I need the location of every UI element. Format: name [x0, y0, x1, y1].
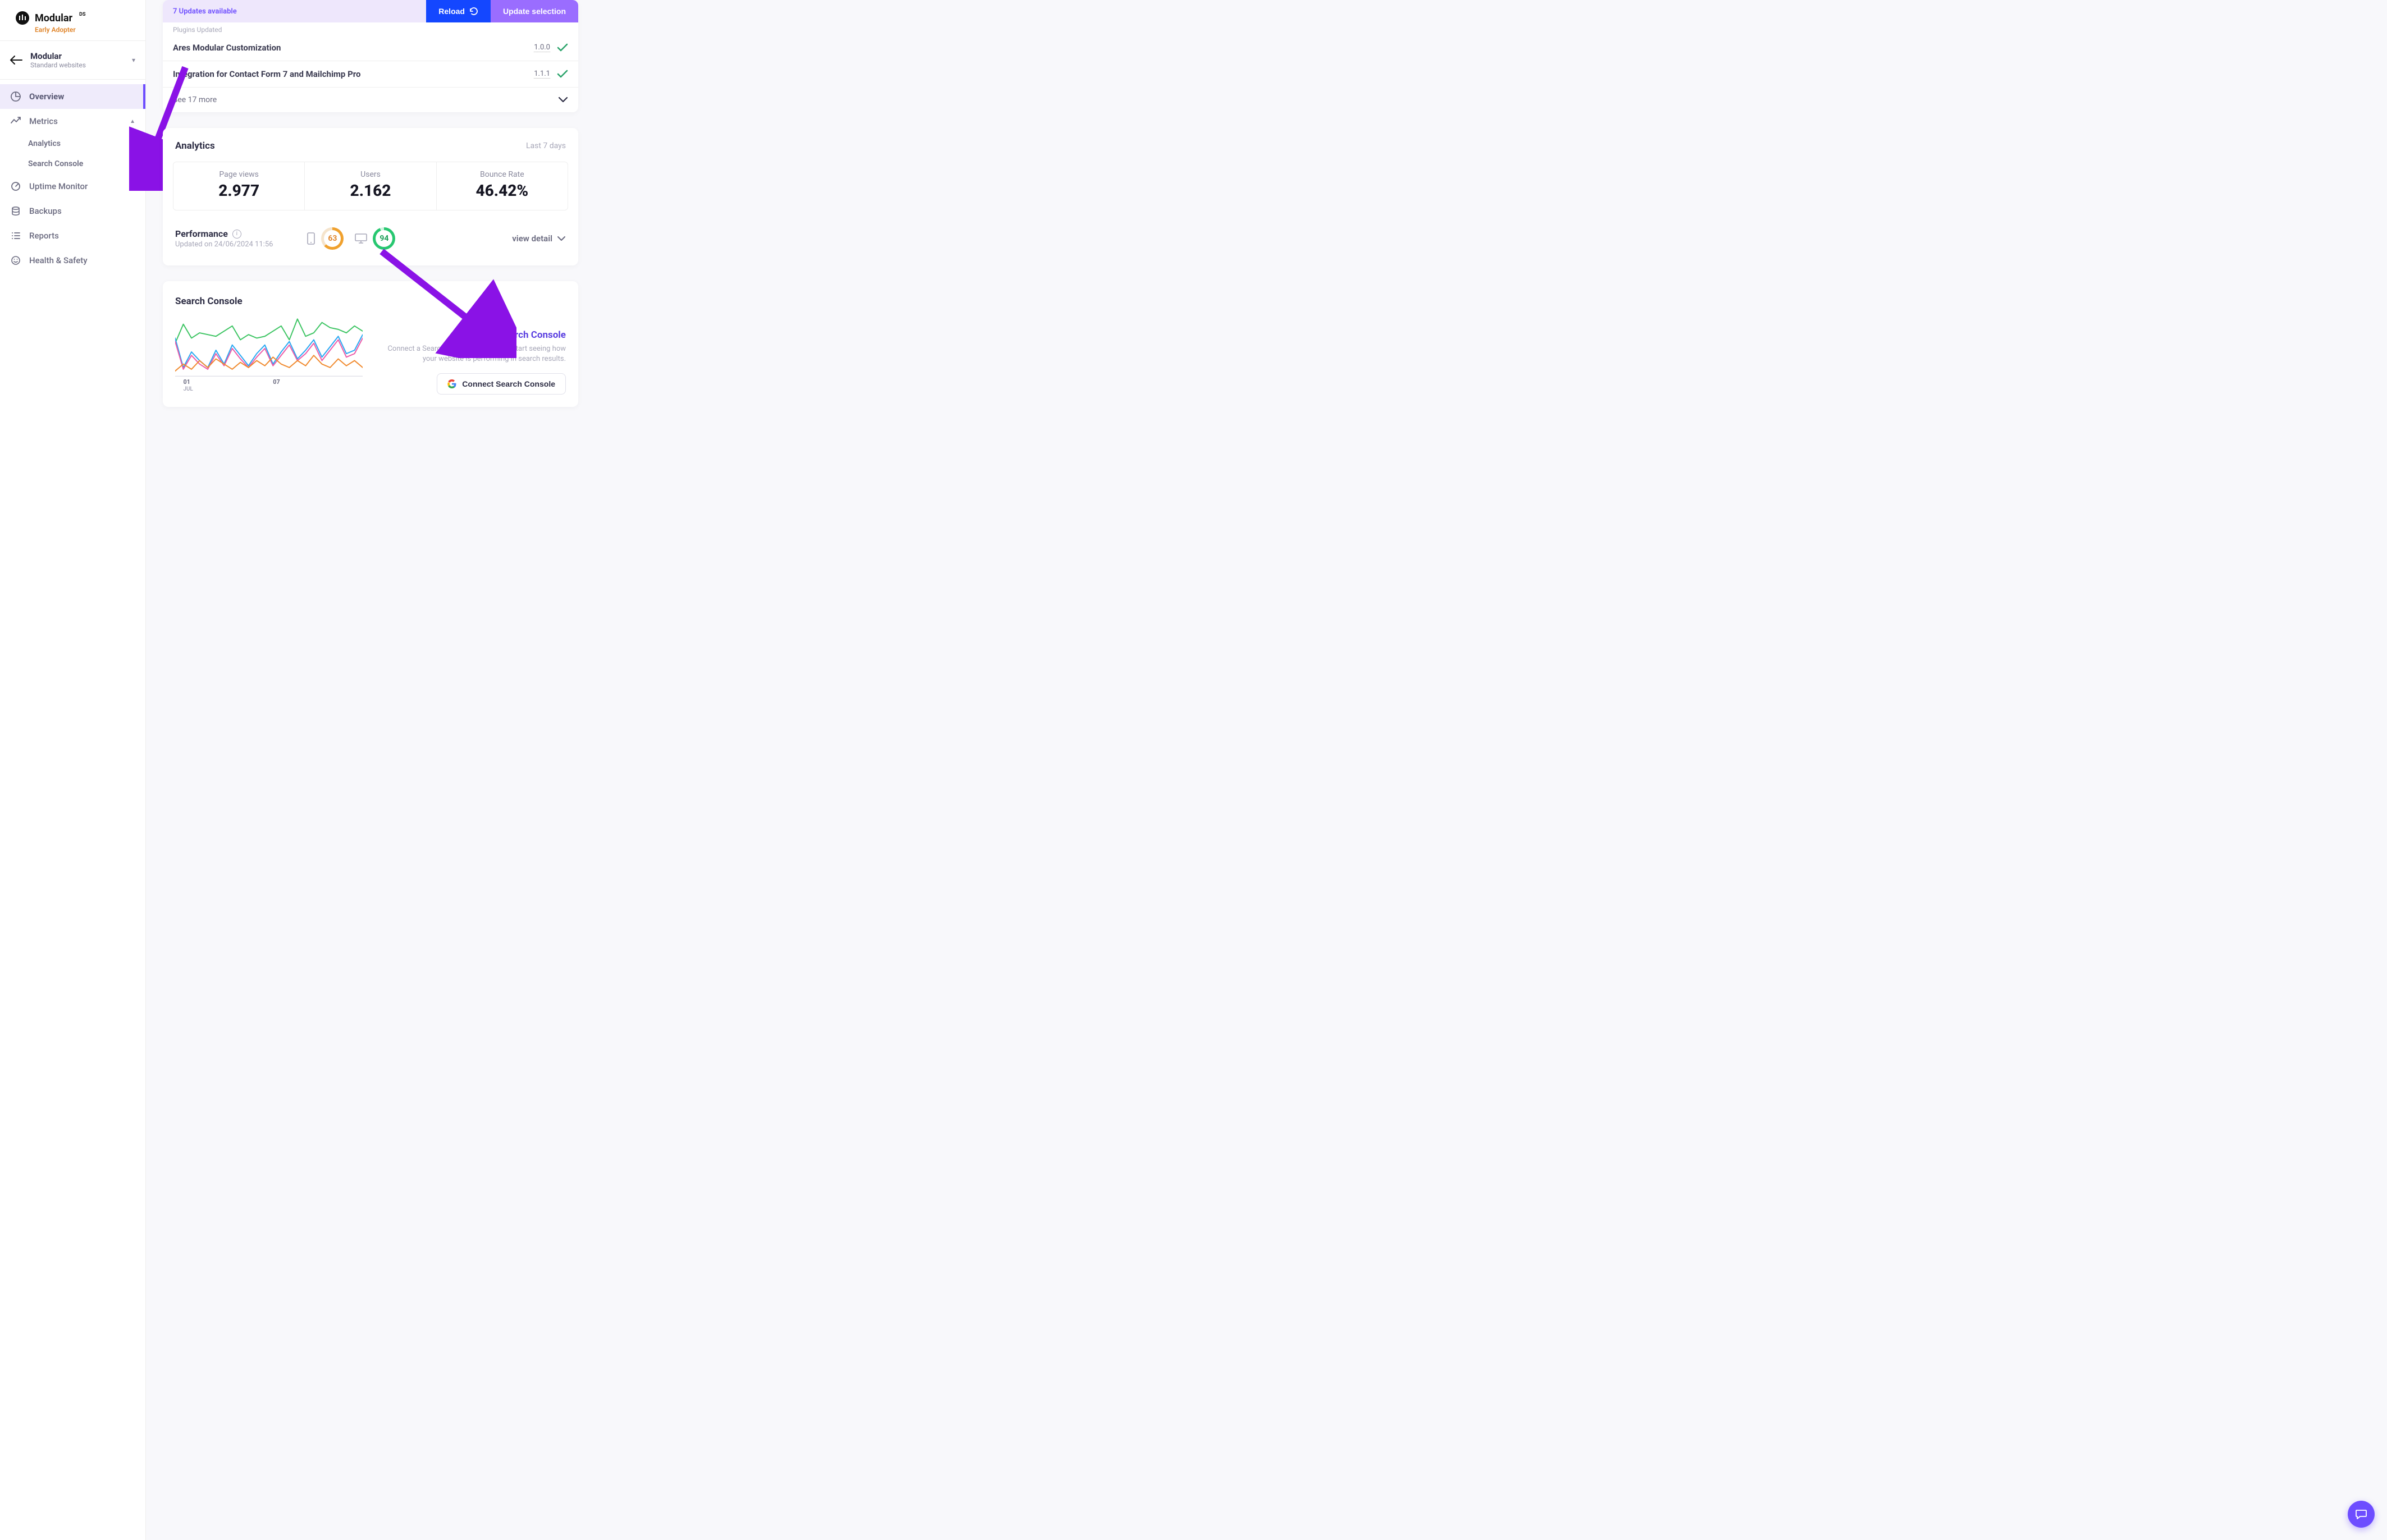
sidebar-item-uptime[interactable]: Uptime Monitor [0, 174, 145, 199]
see-more-row[interactable]: See 17 more [163, 88, 578, 112]
reload-button[interactable]: Reload [426, 0, 491, 22]
plugin-row[interactable]: Integration for Contact Form 7 and Mailc… [163, 61, 578, 88]
view-detail-link[interactable]: view detail [512, 233, 566, 244]
stat-value: 46.42% [437, 181, 568, 200]
plugin-version: 1.0.0 [534, 43, 550, 52]
reload-icon [469, 7, 478, 16]
updates-card: 7 Updates available Reload Update select… [163, 0, 578, 112]
stat-label: Bounce Rate [437, 170, 568, 179]
sidebar-item-label: Overview [29, 91, 64, 102]
performance-title: Performance [175, 228, 228, 239]
score-desktop: 94 [355, 227, 395, 250]
sidebar-item-label: Health & Safety [29, 255, 88, 265]
sidebar-item-overview[interactable]: Overview [0, 84, 145, 109]
search-console-title: Search Console [175, 296, 363, 307]
search-console-heading: Search Console [499, 329, 566, 341]
sidebar: Modular DS Early Adopter Modular Standar… [0, 0, 146, 1540]
score-value: 63 [328, 234, 337, 243]
stat-value: 2.977 [173, 181, 304, 200]
logo-text: Modular [35, 12, 72, 24]
analytics-title: Analytics [175, 140, 215, 152]
view-detail-label: view detail [512, 233, 552, 244]
stat-pageviews: Page views 2.977 [173, 162, 305, 210]
sidebar-item-analytics[interactable]: Analytics [0, 134, 145, 154]
stat-grid: Page views 2.977 Users 2.162 Bounce Rate… [173, 162, 568, 210]
score-mobile: 63 [307, 227, 344, 250]
score-ring-mobile: 63 [321, 227, 344, 250]
google-icon [447, 379, 456, 388]
stat-label: Page views [173, 170, 304, 179]
stat-value: 2.162 [305, 181, 436, 200]
svg-text:07: 07 [273, 378, 280, 386]
score-value: 94 [379, 234, 388, 243]
search-console-mini-chart: 01JUL 07 [175, 315, 363, 393]
chevron-down-icon: ▾ [132, 56, 135, 64]
gauge-icon [10, 181, 21, 192]
connect-label: Connect Search Console [462, 379, 555, 388]
svg-text:01: 01 [184, 378, 190, 386]
caret-up-icon: ▲ [130, 118, 135, 125]
svg-text:JUL: JUL [184, 386, 194, 392]
database-icon [10, 205, 21, 217]
updates-count: 7 Updates available [163, 7, 426, 16]
sidebar-item-label: Reports [29, 231, 59, 241]
updates-bar: 7 Updates available Reload Update select… [163, 0, 578, 22]
logo-area: Modular DS Early Adopter [0, 0, 145, 41]
early-adopter-tag: Early Adopter [35, 26, 134, 34]
analytics-card: Analytics Last 7 days Page views 2.977 U… [163, 128, 578, 265]
reload-label: Reload [438, 7, 465, 16]
sidebar-item-label: Uptime Monitor [29, 181, 88, 191]
plugins-updated-label: Plugins Updated [163, 22, 578, 35]
sidebar-item-metrics[interactable]: Metrics ▲ [0, 109, 145, 134]
see-more-label: See 17 more [173, 95, 217, 104]
update-selection-button[interactable]: Update selection [491, 0, 578, 22]
sidebar-item-label: Metrics [29, 116, 58, 126]
connect-search-console-button[interactable]: Connect Search Console [437, 373, 566, 395]
logo-mark-icon [16, 11, 29, 25]
plugin-version: 1.1.1 [534, 70, 550, 79]
stat-label: Users [305, 170, 436, 179]
sidebar-item-label: Backups [29, 206, 62, 216]
sidebar-item-label: Analytics [28, 139, 61, 148]
sidebar-item-health[interactable]: Health & Safety [0, 248, 145, 273]
pie-icon [10, 91, 21, 102]
smiley-icon [10, 255, 21, 266]
stat-users: Users 2.162 [305, 162, 436, 210]
team-name: Modular [30, 51, 124, 61]
team-sub: Standard websites [30, 61, 124, 69]
stat-bounce: Bounce Rate 46.42% [437, 162, 568, 210]
chevron-down-icon [557, 236, 566, 241]
plugin-row[interactable]: Ares Modular Customization 1.0.0 [163, 35, 578, 61]
back-arrow-icon[interactable] [10, 56, 22, 65]
sidebar-item-backups[interactable]: Backups [0, 199, 145, 223]
search-console-card: Search Console 01JUL 07 Search Console Co… [163, 281, 578, 407]
search-console-sub: Connect a Search Console property to sta… [374, 344, 566, 364]
chat-icon [2355, 1508, 2367, 1520]
logo-sup: DS [79, 12, 85, 17]
analytics-range: Last 7 days [526, 141, 566, 150]
check-icon [557, 43, 568, 52]
team-switcher[interactable]: Modular Standard websites ▾ [0, 41, 145, 80]
main-content: 7 Updates available Reload Update select… [146, 0, 595, 1540]
sidebar-nav: Overview Metrics ▲ Analytics Search Cons… [0, 80, 145, 273]
plugin-name: Integration for Contact Form 7 and Mailc… [173, 69, 360, 79]
update-selection-label: Update selection [503, 7, 566, 16]
list-icon [10, 230, 21, 241]
mobile-icon [307, 232, 315, 245]
info-icon[interactable]: i [232, 230, 241, 239]
sidebar-item-search-console[interactable]: Search Console [0, 154, 145, 174]
chevron-down-icon [558, 97, 568, 103]
score-ring-desktop: 94 [373, 227, 395, 250]
sidebar-item-label: Search Console [28, 159, 83, 168]
performance-row: Performance i Updated on 24/06/2024 11:5… [163, 210, 578, 265]
check-icon [557, 70, 568, 79]
chat-fab[interactable] [2348, 1501, 2375, 1528]
sidebar-item-reports[interactable]: Reports [0, 223, 145, 248]
desktop-icon [355, 233, 367, 244]
trend-icon [10, 116, 21, 127]
performance-updated: Updated on 24/06/2024 11:56 [175, 240, 273, 249]
plugin-name: Ares Modular Customization [173, 43, 281, 53]
